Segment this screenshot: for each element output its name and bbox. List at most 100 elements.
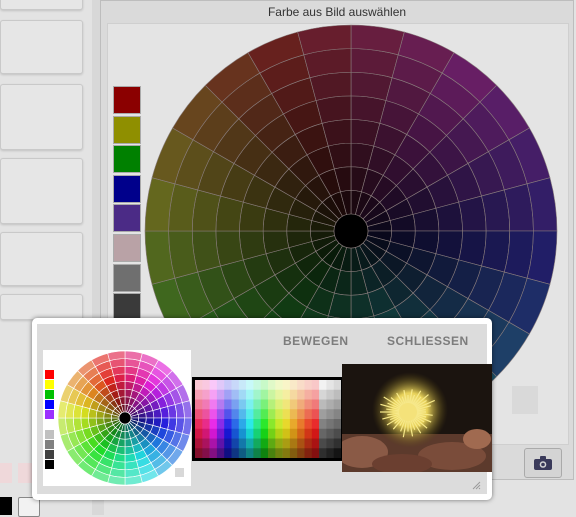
mini-color-swatch[interactable] bbox=[45, 380, 54, 389]
palette-cell[interactable] bbox=[319, 380, 327, 391]
wheel-segment[interactable] bbox=[124, 445, 135, 455]
palette-cell[interactable] bbox=[195, 399, 203, 410]
wheel-segment[interactable] bbox=[309, 71, 352, 101]
palette-cell[interactable] bbox=[289, 389, 298, 400]
wheel-segment[interactable] bbox=[481, 230, 511, 273]
mini-color-wheel[interactable] bbox=[57, 350, 193, 486]
palette-cell[interactable] bbox=[282, 409, 291, 420]
palette-cell[interactable] bbox=[238, 419, 247, 430]
palette-cell[interactable] bbox=[216, 419, 225, 430]
palette-cell[interactable] bbox=[195, 409, 203, 420]
sidebar-panel[interactable] bbox=[0, 0, 83, 10]
palette-cell[interactable] bbox=[238, 399, 247, 410]
palette-cell[interactable] bbox=[311, 389, 320, 400]
palette-cell[interactable] bbox=[253, 448, 261, 458]
palette-cell[interactable] bbox=[275, 380, 283, 391]
palette-cell[interactable] bbox=[319, 428, 327, 439]
palette-cell[interactable] bbox=[275, 389, 283, 400]
palette-cell[interactable] bbox=[311, 380, 320, 391]
color-chip-black[interactable] bbox=[0, 497, 12, 515]
palette-cell[interactable] bbox=[275, 409, 283, 420]
palette-cell[interactable] bbox=[246, 419, 254, 430]
palette-cell[interactable] bbox=[195, 438, 203, 449]
palette-cell[interactable] bbox=[202, 380, 210, 391]
palette-cell[interactable] bbox=[268, 399, 276, 410]
sidebar-panel[interactable] bbox=[0, 84, 83, 150]
palette-cell[interactable] bbox=[268, 409, 276, 420]
palette-cell[interactable] bbox=[246, 438, 254, 449]
palette-cell[interactable] bbox=[289, 428, 298, 439]
palette-cell[interactable] bbox=[326, 399, 334, 410]
palette-cell[interactable] bbox=[253, 380, 261, 391]
color-swatch[interactable] bbox=[113, 233, 141, 262]
close-button[interactable]: SCHLIESSEN bbox=[387, 334, 469, 348]
palette-cell[interactable] bbox=[326, 419, 334, 430]
palette-cell[interactable] bbox=[216, 389, 225, 400]
palette-cell[interactable] bbox=[297, 389, 305, 400]
palette-cell[interactable] bbox=[209, 448, 218, 458]
palette-cell[interactable] bbox=[333, 399, 342, 410]
mini-color-swatch[interactable] bbox=[45, 440, 54, 449]
palette-cell[interactable] bbox=[297, 438, 305, 449]
palette-cell[interactable] bbox=[209, 419, 218, 430]
palette-cell[interactable] bbox=[319, 448, 327, 458]
sidebar-panel[interactable] bbox=[0, 20, 83, 74]
palette-cell[interactable] bbox=[311, 419, 320, 430]
palette-cell[interactable] bbox=[231, 428, 240, 439]
palette-cell[interactable] bbox=[311, 409, 320, 420]
color-swatch[interactable] bbox=[113, 174, 141, 203]
wheel-segment[interactable] bbox=[481, 189, 511, 232]
color-chip[interactable] bbox=[18, 463, 32, 483]
color-chip-white[interactable] bbox=[18, 497, 40, 517]
color-swatch[interactable] bbox=[113, 86, 141, 114]
mini-color-swatch[interactable] bbox=[45, 390, 54, 399]
mini-color-swatch[interactable] bbox=[45, 430, 54, 439]
palette-cell[interactable] bbox=[224, 399, 232, 410]
palette-cell[interactable] bbox=[253, 428, 261, 439]
palette-cell[interactable] bbox=[260, 380, 269, 391]
resize-grip-icon[interactable] bbox=[471, 480, 481, 490]
color-swatch[interactable] bbox=[113, 293, 141, 322]
wheel-segment[interactable] bbox=[191, 189, 221, 232]
palette-cell[interactable] bbox=[319, 389, 327, 400]
palette-cell[interactable] bbox=[195, 380, 203, 391]
mini-color-swatch[interactable] bbox=[45, 450, 54, 459]
palette-cell[interactable] bbox=[311, 438, 320, 449]
palette-cell[interactable] bbox=[268, 389, 276, 400]
palette-cell[interactable] bbox=[333, 419, 342, 430]
palette-cell[interactable] bbox=[209, 438, 218, 449]
palette-cell[interactable] bbox=[253, 438, 261, 449]
palette-cell[interactable] bbox=[246, 389, 254, 400]
palette-cell[interactable] bbox=[326, 438, 334, 449]
move-button[interactable]: BEWEGEN bbox=[283, 334, 349, 348]
palette-cell[interactable] bbox=[224, 448, 232, 458]
palette-cell[interactable] bbox=[304, 419, 313, 430]
palette-cell[interactable] bbox=[289, 438, 298, 449]
sidebar-panel[interactable] bbox=[0, 232, 83, 286]
palette-cell[interactable] bbox=[202, 409, 210, 420]
mini-color-swatch[interactable] bbox=[45, 370, 54, 379]
palette-cell[interactable] bbox=[289, 419, 298, 430]
palette-cell[interactable] bbox=[289, 399, 298, 410]
palette-cell[interactable] bbox=[333, 409, 342, 420]
wheel-segment[interactable] bbox=[315, 95, 352, 124]
palette-cell[interactable] bbox=[304, 428, 313, 439]
palette-cell[interactable] bbox=[275, 419, 283, 430]
palette-cell[interactable] bbox=[275, 438, 283, 449]
palette-cell[interactable] bbox=[231, 419, 240, 430]
image-thumbnail[interactable] bbox=[342, 364, 492, 472]
palette-cell[interactable] bbox=[297, 448, 305, 458]
palette-cell[interactable] bbox=[224, 389, 232, 400]
palette-cell[interactable] bbox=[268, 438, 276, 449]
wheel-segment[interactable] bbox=[152, 408, 162, 419]
mini-color-swatch[interactable] bbox=[45, 460, 54, 469]
palette-cell[interactable] bbox=[216, 448, 225, 458]
palette-cell[interactable] bbox=[297, 419, 305, 430]
palette-cell[interactable] bbox=[246, 399, 254, 410]
palette-cell[interactable] bbox=[260, 409, 269, 420]
palette-cell[interactable] bbox=[304, 399, 313, 410]
palette-cell[interactable] bbox=[195, 428, 203, 439]
palette-cell[interactable] bbox=[224, 380, 232, 391]
color-chip[interactable] bbox=[0, 463, 12, 483]
wheel-segment[interactable] bbox=[458, 195, 487, 232]
